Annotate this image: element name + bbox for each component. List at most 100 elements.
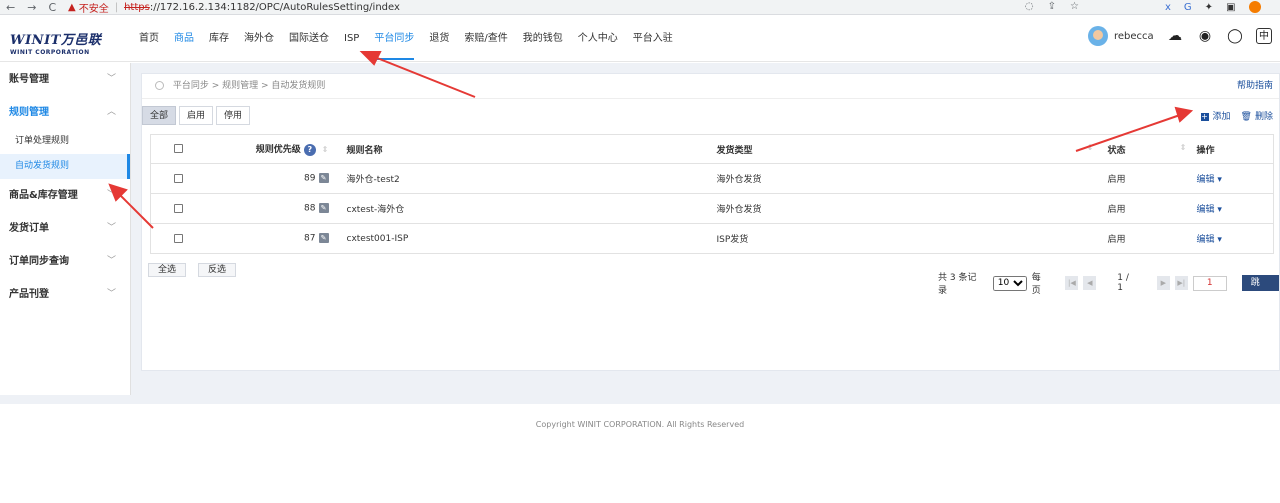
row-checkbox[interactable] bbox=[174, 173, 183, 183]
not-secure-label[interactable]: 不安全 bbox=[79, 0, 109, 15]
sidepanel-icon[interactable]: ▣ bbox=[1226, 0, 1235, 15]
puzzle-icon[interactable]: ✦ bbox=[1205, 0, 1213, 15]
help-question-icon[interactable]: ? bbox=[303, 143, 316, 156]
upload-cloud-icon[interactable]: ☁ bbox=[1166, 27, 1184, 45]
sidebar-group-shipping-orders[interactable]: 发货订单 ﹀ bbox=[0, 212, 130, 245]
forward-icon[interactable]: → bbox=[27, 0, 36, 15]
header-type[interactable]: 发货类型 ⇕ bbox=[716, 134, 1098, 164]
breadcrumb: 平台同步 > 规则管理 > 自动发货规则 帮助指南 bbox=[142, 74, 1279, 99]
page-number-input[interactable] bbox=[1192, 275, 1227, 291]
nav-item-platform-join[interactable]: 平台入驻 bbox=[633, 15, 681, 62]
sidebar-group-order-sync[interactable]: 订单同步查询 ﹀ bbox=[0, 245, 130, 278]
last-page-button[interactable]: ▶| bbox=[1174, 276, 1188, 290]
status: 启用 bbox=[1097, 223, 1191, 254]
chat-icon[interactable]: ◯ bbox=[1226, 27, 1244, 45]
next-page-button[interactable]: ▶ bbox=[1156, 276, 1170, 290]
edit-pencil-icon[interactable]: ✎ bbox=[318, 233, 329, 244]
tab-all[interactable]: 全部 bbox=[142, 106, 177, 125]
sidebar-group-listing[interactable]: 产品刊登 ﹀ bbox=[0, 278, 130, 311]
back-icon[interactable]: ← bbox=[6, 0, 15, 15]
first-page-button[interactable]: |◀ bbox=[1065, 276, 1079, 290]
select-all-checkbox[interactable] bbox=[174, 144, 183, 153]
nav-item-claims[interactable]: 索赔/查件 bbox=[464, 15, 515, 62]
nav-item-overseas-warehouse[interactable]: 海外仓 bbox=[244, 15, 282, 62]
nav-item-intl-delivery[interactable]: 国际送仓 bbox=[289, 15, 337, 62]
browser-toolbar: ← → C ▲ 不安全 | https ://172.16.2.134:1182… bbox=[0, 0, 1280, 15]
delete-button[interactable]: 🗑 删除 bbox=[1241, 109, 1273, 122]
row-checkbox[interactable] bbox=[174, 233, 183, 243]
edit-dropdown[interactable]: 编辑 ▾ bbox=[1197, 235, 1222, 245]
page-size-select[interactable]: 10 bbox=[992, 275, 1027, 291]
invert-selection-button[interactable]: 反选 bbox=[198, 263, 237, 277]
sidebar-group-rules[interactable]: 规则管理 ︿ bbox=[0, 96, 130, 129]
edit-pencil-icon[interactable]: ✎ bbox=[318, 203, 329, 214]
help-guide-link[interactable]: 帮助指南 bbox=[1237, 74, 1273, 99]
share-icon[interactable]: ⇪ bbox=[1048, 0, 1056, 14]
sidebar-group-account[interactable]: 账号管理 ﹀ bbox=[0, 63, 130, 96]
user-menu[interactable]: rebecca bbox=[1088, 26, 1154, 46]
caret-down-icon: ▾ bbox=[1217, 175, 1222, 185]
rules-table: 规则优先级? ⇕ 规则名称 发货类型 ⇕ 状态 ⇕ 操作 89 ✎ 海外仓-test2 … bbox=[150, 134, 1274, 254]
plus-icon: + bbox=[1200, 111, 1209, 121]
priority-cell: 87 ✎ bbox=[210, 223, 339, 254]
edit-pencil-icon[interactable]: ✎ bbox=[318, 173, 329, 184]
chevron-up-icon: ︿ bbox=[106, 107, 116, 117]
rule-name: cxtest001-ISP bbox=[338, 223, 717, 254]
ship-type: ISP发货 bbox=[716, 223, 1098, 254]
sort-icon[interactable]: ⇕ bbox=[1180, 143, 1187, 152]
nav-item-home[interactable]: 首页 bbox=[139, 15, 167, 62]
sort-icon[interactable]: ⇕ bbox=[1087, 143, 1094, 152]
nav-item-products[interactable]: 商品 bbox=[174, 15, 202, 62]
nav-item-personal-center[interactable]: 个人中心 bbox=[578, 15, 626, 62]
header-name: 规则名称 bbox=[338, 134, 717, 164]
go-button[interactable]: 跳 转 bbox=[1241, 275, 1280, 304]
priority-value: 87 bbox=[304, 233, 316, 244]
profile-avatar[interactable] bbox=[1248, 1, 1261, 13]
url-scheme: https bbox=[124, 1, 150, 13]
eye-off-icon[interactable]: ◌ bbox=[1025, 0, 1034, 14]
support-agent-icon[interactable]: ◉ bbox=[1196, 27, 1214, 45]
address-bar[interactable]: ▲ 不安全 | https ://172.16.2.134:1182/OPC/A… bbox=[68, 0, 1095, 15]
header-ops: 操作 bbox=[1190, 134, 1274, 164]
sidebar-item-order-rules[interactable]: 订单处理规则 bbox=[0, 129, 130, 154]
sidebar-group-label: 产品刊登 bbox=[9, 289, 49, 300]
priority-cell: 88 ✎ bbox=[210, 193, 339, 224]
logo[interactable]: WINIT万邑联 WINIT CORPORATION bbox=[10, 29, 120, 56]
home-icon[interactable] bbox=[155, 81, 164, 90]
username[interactable]: rebecca bbox=[1114, 31, 1154, 42]
sidebar-group-label: 发货订单 bbox=[9, 223, 49, 234]
row-checkbox[interactable] bbox=[174, 203, 183, 213]
language-switch[interactable]: 中 bbox=[1256, 28, 1272, 44]
nav-item-isp[interactable]: ISP bbox=[344, 15, 367, 62]
extension-x-icon[interactable]: x bbox=[1165, 0, 1171, 15]
add-button[interactable]: + 添加 bbox=[1200, 109, 1231, 122]
main-panel: 平台同步 > 规则管理 > 自动发货规则 帮助指南 全部 启用 停用 + 添加 🗑… bbox=[141, 73, 1280, 371]
header-status[interactable]: 状态 ⇕ bbox=[1097, 134, 1191, 164]
sort-icon[interactable]: ⇕ bbox=[322, 145, 329, 154]
delete-label: 删除 bbox=[1254, 112, 1273, 122]
avatar[interactable] bbox=[1088, 26, 1108, 46]
reload-icon[interactable]: C bbox=[48, 0, 56, 15]
tab-disabled[interactable]: 停用 bbox=[216, 106, 251, 125]
edit-dropdown[interactable]: 编辑 ▾ bbox=[1197, 205, 1222, 215]
sidebar-group-product-inventory[interactable]: 商品&库存管理 ﹀ bbox=[0, 179, 130, 212]
bookmark-star-icon[interactable]: ☆ bbox=[1070, 0, 1079, 14]
nav-item-inventory[interactable]: 库存 bbox=[209, 15, 237, 62]
edit-dropdown[interactable]: 编辑 ▾ bbox=[1197, 175, 1222, 185]
header-priority[interactable]: 规则优先级? ⇕ bbox=[210, 134, 339, 164]
nav-item-returns[interactable]: 退货 bbox=[429, 15, 457, 62]
sidebar-group-label: 规则管理 bbox=[9, 107, 49, 118]
add-label: 添加 bbox=[1212, 112, 1231, 122]
nav-item-platform-sync[interactable]: 平台同步 bbox=[374, 15, 422, 62]
page-body: 账号管理 ﹀ 规则管理 ︿ 订单处理规则 自动发货规则 商品&库存管理 ﹀ 发货… bbox=[0, 63, 1280, 404]
nav-item-wallet[interactable]: 我的钱包 bbox=[523, 15, 571, 62]
prev-page-button[interactable]: ◀ bbox=[1083, 276, 1097, 290]
header-priority-label: 规则优先级 bbox=[255, 145, 301, 156]
pagination: 共 3 条记录 10 每页 |◀ ◀ 1 / 1 ▶ ▶| 跳 转 bbox=[938, 270, 1280, 304]
tab-enabled[interactable]: 启用 bbox=[179, 106, 214, 125]
select-all-button[interactable]: 全选 bbox=[148, 263, 187, 277]
table-row: 87 ✎ cxtest001-ISP ISP发货 启用 编辑 ▾ bbox=[150, 223, 1274, 254]
sidebar-item-auto-ship-rules[interactable]: 自动发货规则 bbox=[0, 154, 130, 179]
translate-icon[interactable]: G bbox=[1184, 0, 1192, 15]
warning-icon[interactable]: ▲ bbox=[68, 2, 76, 13]
